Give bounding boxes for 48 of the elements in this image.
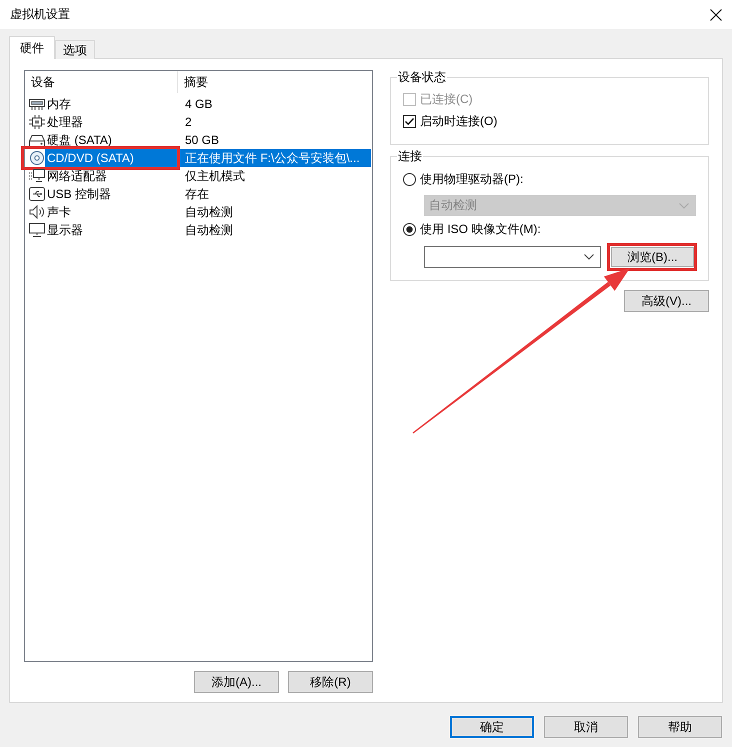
group-title: 设备状态 (397, 70, 447, 84)
tab[interactable]: 选项 (55, 40, 95, 59)
checkbox-label[interactable]: 启动时连接(O) (420, 112, 498, 130)
column-header[interactable]: 摘要 (178, 71, 372, 93)
tab[interactable]: 硬件 (9, 36, 55, 59)
device-summary: 4 GB (184, 96, 214, 113)
chip-icon (29, 115, 45, 129)
network-monitor-icon (29, 169, 45, 183)
device-summary: 正在使用文件 F:\公众号安装包\... (180, 149, 371, 167)
speaker-icon (29, 205, 45, 219)
help-button[interactable]: 帮助 (638, 716, 722, 738)
chevron-down-icon (679, 202, 689, 208)
device-name[interactable]: CD/DVD (SATA) (45, 149, 178, 167)
radio-label[interactable]: 使用 ISO 映像文件(M): (420, 220, 541, 238)
cancel-button[interactable]: 取消 (544, 716, 628, 738)
window-title: 虚拟机设置 (10, 6, 70, 23)
device-name[interactable]: 网络适配器 (45, 167, 178, 185)
device-summary: 存在 (184, 186, 210, 203)
device-summary: 自动检测 (184, 204, 234, 221)
radio-button[interactable] (403, 222, 416, 236)
device-summary: 50 GB (184, 132, 220, 149)
radio-button[interactable] (403, 172, 416, 186)
device-name[interactable]: USB 控制器 (45, 185, 178, 203)
drive-icon (29, 133, 45, 147)
device-name[interactable]: 声卡 (45, 203, 178, 221)
device-name[interactable]: 显示器 (45, 221, 178, 239)
chevron-down-icon (584, 254, 594, 260)
device-summary: 自动检测 (184, 222, 234, 239)
advanced-button[interactable]: 高级(V)... (624, 290, 709, 312)
device-summary: 2 (184, 114, 193, 131)
remove-button[interactable]: 移除(R) (288, 671, 373, 693)
checkbox[interactable] (403, 114, 416, 128)
device-name[interactable]: 硬盘 (SATA) (45, 131, 178, 149)
browse-button[interactable]: 浏览(B)... (611, 247, 694, 267)
device-name[interactable]: 处理器 (45, 113, 178, 131)
usb-icon (29, 187, 45, 201)
device-name[interactable]: 内存 (45, 95, 178, 113)
monitor-icon (29, 223, 45, 237)
add-button[interactable]: 添加(A)... (194, 671, 279, 693)
device-summary: 仅主机模式 (184, 168, 246, 185)
disc-icon (29, 151, 45, 165)
group-title: 连接 (397, 149, 423, 163)
column-header[interactable]: 设备 (25, 71, 178, 93)
ok-button[interactable]: 确定 (450, 716, 534, 738)
radio-label[interactable]: 使用物理驱动器(P): (420, 170, 524, 188)
memory-icon (29, 97, 45, 111)
iso-path-field[interactable] (424, 246, 601, 268)
close-icon[interactable] (710, 8, 722, 20)
